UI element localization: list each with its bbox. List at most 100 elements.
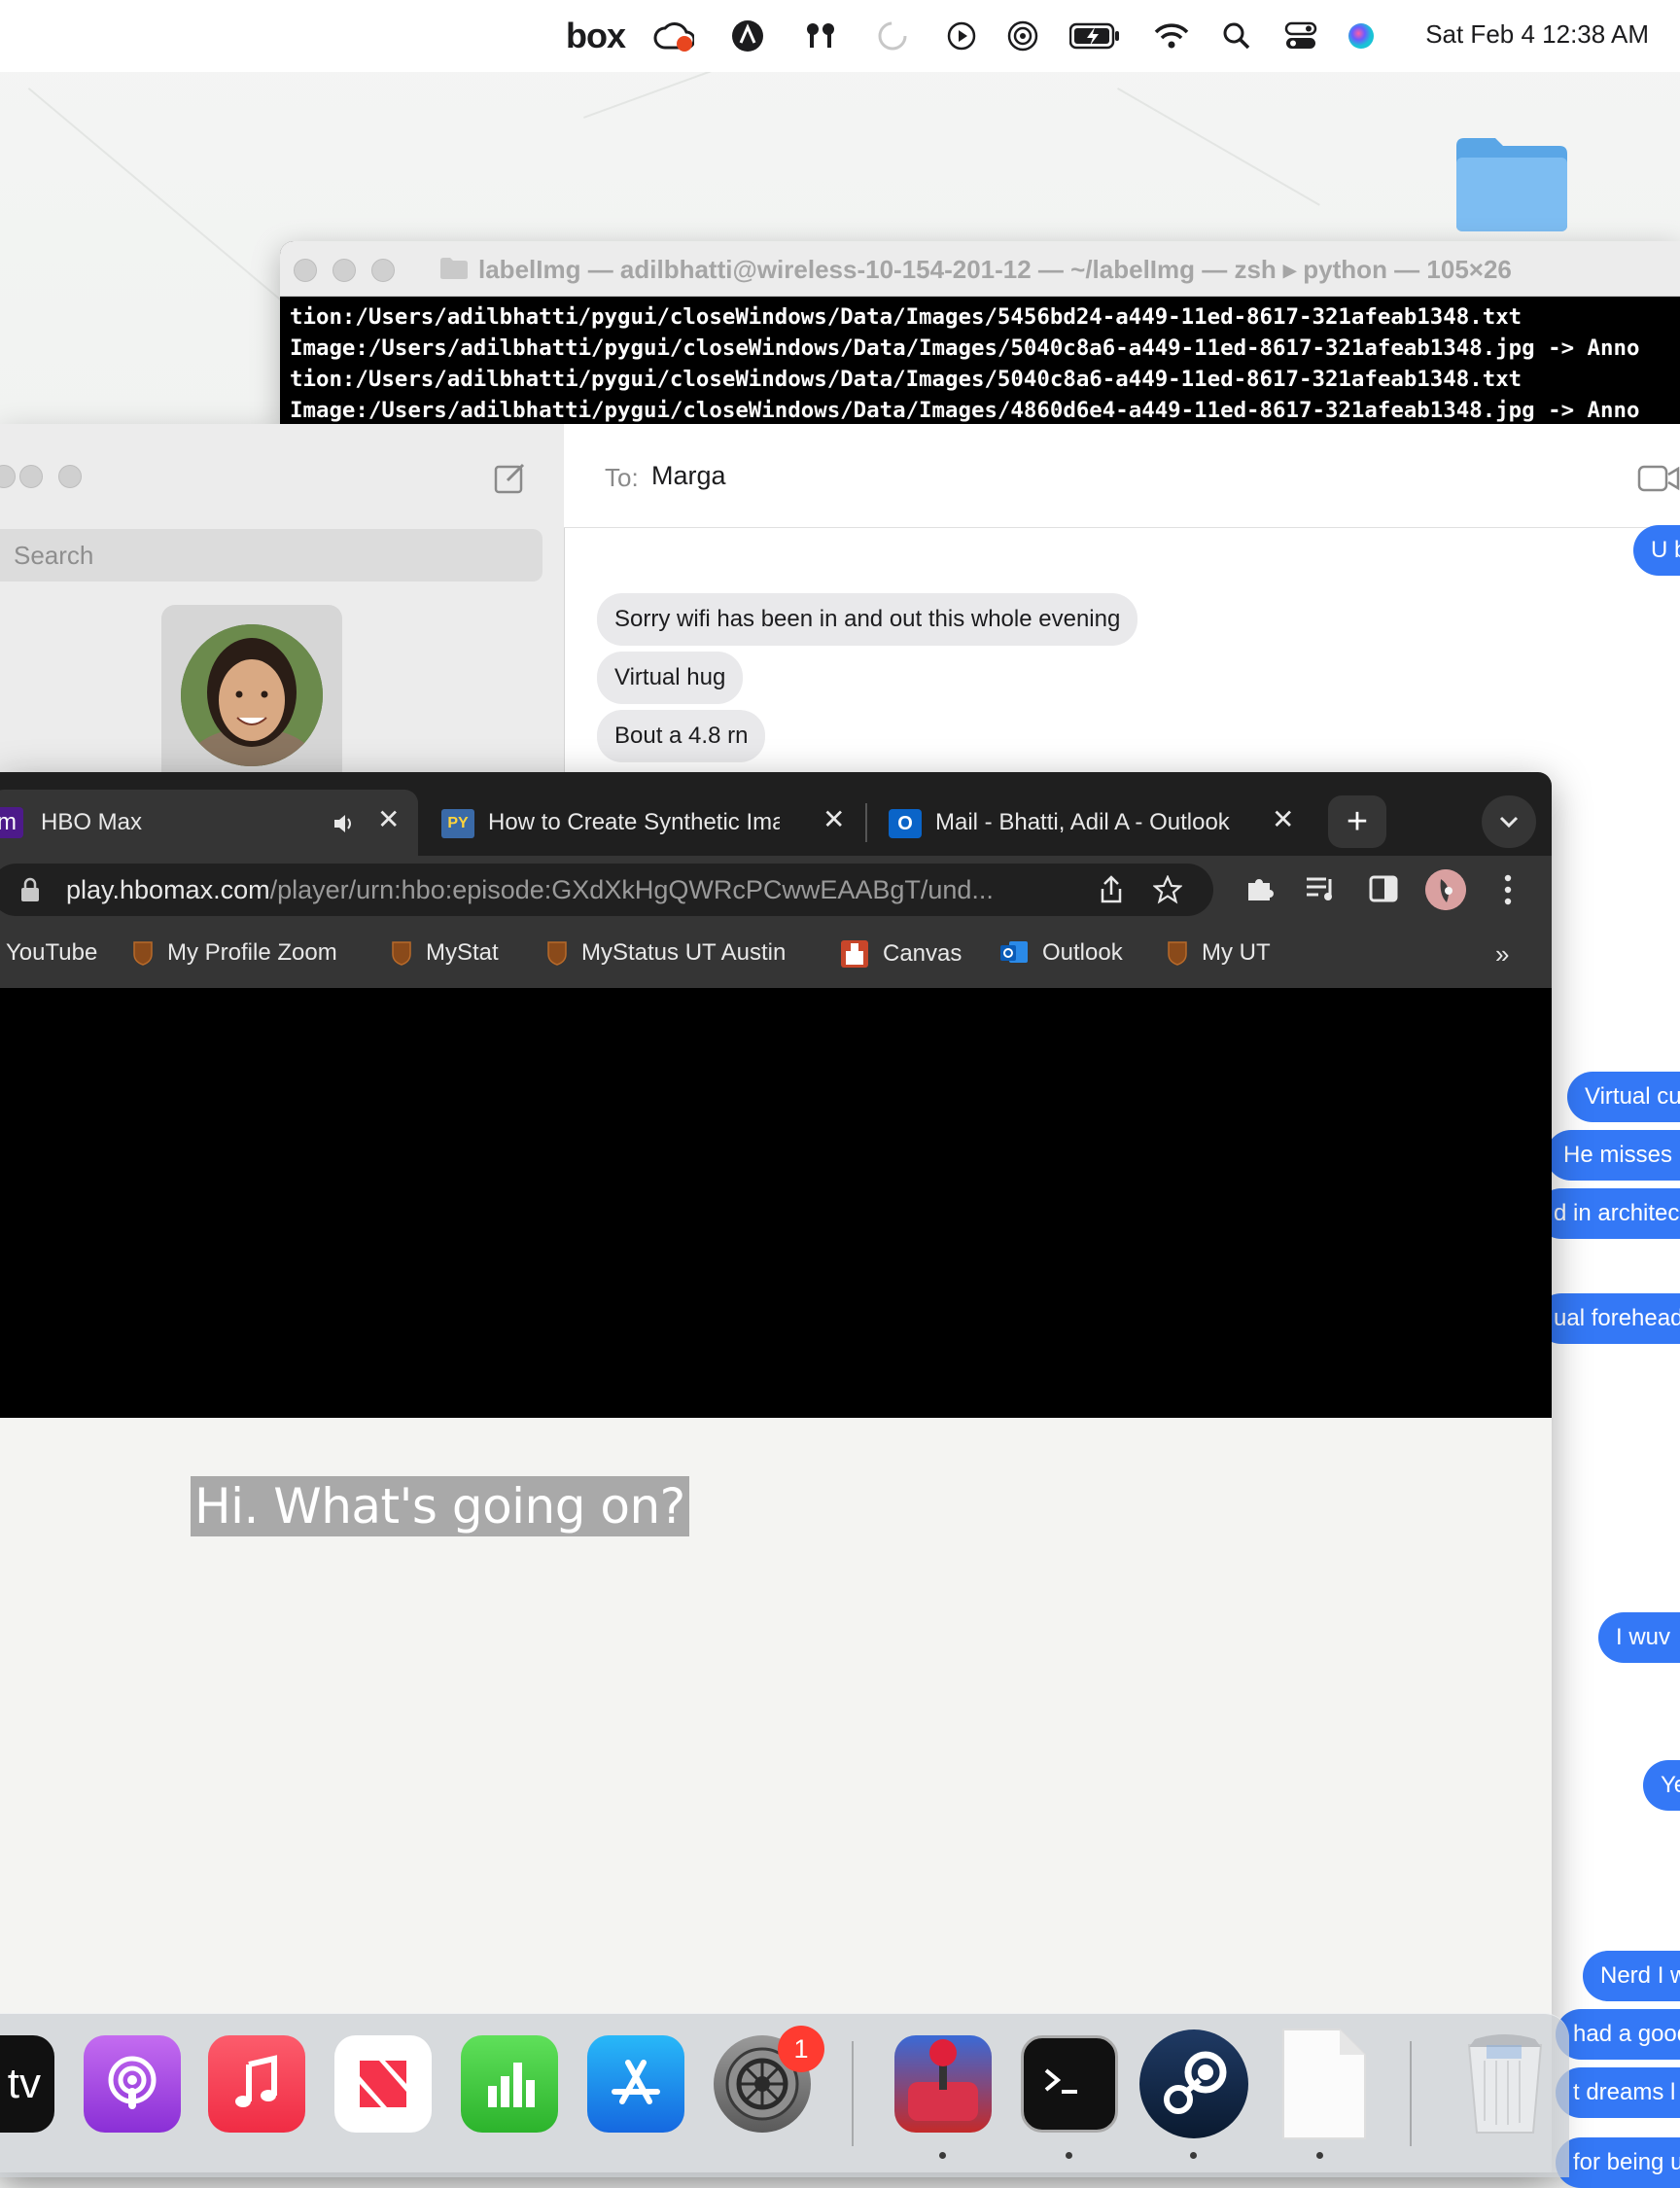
steam-app-icon[interactable] (1139, 2029, 1248, 2138)
news-app-icon[interactable] (334, 2035, 432, 2133)
apple-tv-app-icon[interactable]: tv (0, 2035, 54, 2133)
tab-hbo-max[interactable]: m HBO Max ✕ (0, 790, 418, 856)
close-window-button[interactable] (294, 259, 317, 282)
battery-icon[interactable] (1069, 18, 1120, 54)
chrome-window[interactable]: m HBO Max ✕ PY How to Create Synthetic I… (0, 772, 1552, 2172)
desktop-folder-icon[interactable] (1452, 132, 1569, 233)
numbers-app-icon[interactable] (461, 2035, 558, 2133)
close-tab-icon[interactable]: ✕ (822, 803, 845, 835)
minimize-window-button[interactable] (19, 465, 43, 488)
compose-icon[interactable] (494, 461, 527, 494)
running-indicator (939, 2152, 946, 2159)
bookmark-label: My UT (1202, 939, 1271, 966)
tab-search-chevron-down-icon[interactable] (1482, 795, 1536, 848)
video-subtitle: Hi. What's going on? (191, 1476, 689, 1536)
message-bubble-outgoing[interactable]: ual forehead (1536, 1293, 1680, 1344)
tab-title: HBO Max (41, 809, 143, 835)
speaker-icon[interactable] (332, 813, 356, 834)
trash-icon[interactable] (1456, 2034, 1554, 2134)
video-player[interactable] (0, 988, 1552, 1418)
url-text[interactable]: play.hbomax.com/player/urn:hbo:episode:G… (66, 875, 994, 905)
dock: tv 1 (0, 2013, 1569, 2177)
terminal-titlebar[interactable]: labelImg — adilbhatti@wireless-10-154-20… (280, 241, 1680, 297)
message-bubble-outgoing[interactable]: Ye (1643, 1760, 1680, 1811)
new-tab-icon[interactable]: + (1328, 795, 1386, 848)
reading-list-icon[interactable] (1305, 875, 1338, 902)
avatar (181, 624, 323, 766)
message-bubble-outgoing[interactable]: d in architec (1536, 1188, 1680, 1239)
running-indicator (1190, 2152, 1197, 2159)
document-file-icon[interactable] (1276, 2029, 1373, 2139)
message-bubble-outgoing[interactable]: He misses (1546, 1130, 1680, 1181)
vpn-icon[interactable] (729, 18, 766, 54)
tv-label: tv (7, 2060, 41, 2107)
terminal-app-icon[interactable] (1021, 2035, 1118, 2133)
message-bubble-outgoing[interactable]: Nerd I w (1583, 1951, 1680, 2001)
spotlight-search-icon[interactable] (1221, 18, 1252, 54)
message-bubble-outgoing[interactable]: t dreams l (1556, 2067, 1680, 2118)
profile-avatar[interactable] (1425, 869, 1466, 910)
play-icon[interactable] (945, 18, 978, 54)
tab-synthetic-images[interactable]: PY How to Create Synthetic Imag ✕ (424, 790, 861, 856)
pinned-contact[interactable] (161, 605, 342, 790)
side-panel-icon[interactable] (1369, 875, 1398, 902)
creative-cloud-icon[interactable] (653, 18, 694, 54)
message-bubble-outgoing[interactable]: Virtual cu (1567, 1072, 1680, 1122)
bookmark-my-ut[interactable]: My UT (1167, 939, 1271, 967)
podcasts-app-icon[interactable] (84, 2035, 181, 2133)
bookmark-my-profile-zoom[interactable]: My Profile Zoom (132, 939, 337, 967)
message-bubble-incoming[interactable]: Bout a 4.8 rn (597, 710, 766, 762)
tab-title: Mail - Bhatti, Adil A - Outlook (935, 809, 1230, 835)
airpods-icon[interactable] (801, 18, 840, 54)
close-tab-icon[interactable]: ✕ (377, 803, 400, 835)
messages-search-field[interactable]: Search (0, 529, 542, 582)
close-window-button[interactable] (0, 465, 16, 488)
facetime-video-icon[interactable] (1637, 465, 1680, 492)
wifi-icon[interactable] (1153, 18, 1190, 54)
recipient-name[interactable]: Marga (651, 461, 726, 491)
siri-icon[interactable] (1346, 18, 1377, 54)
bookmark-canvas[interactable]: Canvas (840, 939, 962, 969)
message-bubble-incoming[interactable]: Virtual hug (597, 652, 744, 704)
dock-separator (1410, 2041, 1412, 2146)
bookmark-outlook[interactable]: Outlook (999, 939, 1123, 967)
zoom-window-button[interactable] (58, 465, 82, 488)
message-bubble-outgoing[interactable]: had a good (1556, 2009, 1680, 2060)
loading-icon (875, 18, 910, 54)
search-placeholder: Search (14, 541, 94, 570)
zoom-window-button[interactable] (371, 259, 395, 282)
menu-bar-clock[interactable]: Sat Feb 4 12:38 AM (1425, 19, 1649, 50)
terminal-output[interactable]: tion:/Users/adilbhatti/pygui/closeWindow… (290, 301, 1680, 426)
bookmark-mystat[interactable]: MyStat (391, 939, 499, 967)
outlook-icon (1000, 941, 1028, 963)
ut-shield-icon (547, 941, 567, 966)
hbo-max-favicon-icon: m (0, 807, 23, 838)
control-center-icon[interactable] (1283, 18, 1318, 54)
menu-bar: box Sat Feb 4 12:38 AM (0, 0, 1680, 72)
minimize-window-button[interactable] (332, 259, 356, 282)
message-bubble-outgoing[interactable]: I wuv (1598, 1612, 1680, 1663)
notification-badge: 1 (778, 2026, 824, 2072)
close-tab-icon[interactable]: ✕ (1272, 803, 1294, 835)
extensions-puzzle-icon[interactable] (1244, 873, 1276, 904)
message-bubble-incoming[interactable]: Sorry wifi has been in and out this whol… (597, 593, 1138, 646)
bookmarks-overflow-button[interactable]: » (1495, 939, 1509, 970)
airdrop-icon[interactable] (1005, 18, 1040, 54)
menu-kebab-icon[interactable] (1501, 873, 1515, 906)
bookmark-label: YouTube (6, 939, 98, 966)
app-store-icon[interactable] (587, 2035, 684, 2133)
box-icon[interactable]: box (566, 16, 626, 55)
tab-outlook-mail[interactable]: O Mail - Bhatti, Adil A - Outlook ✕ (867, 790, 1305, 856)
message-bubble-outgoing[interactable]: for being u (1556, 2137, 1680, 2188)
lock-icon[interactable] (19, 877, 41, 902)
bookmark-label: MyStatus UT Austin (581, 939, 787, 966)
bookmark-mystatus-ut-austin[interactable]: MyStatus UT Austin (546, 939, 786, 967)
music-app-icon[interactable] (208, 2035, 305, 2133)
joystick-app-icon[interactable] (894, 2035, 992, 2133)
bookmark-youtube[interactable]: YouTube (6, 939, 97, 967)
bookmark-star-icon[interactable] (1153, 875, 1182, 904)
terminal-window[interactable]: labelImg — adilbhatti@wireless-10-154-20… (280, 241, 1680, 426)
share-icon[interactable] (1099, 875, 1124, 904)
message-bubble-outgoing[interactable]: U b (1633, 525, 1680, 576)
address-bar[interactable]: play.hbomax.com/player/urn:hbo:episode:G… (0, 864, 1213, 916)
